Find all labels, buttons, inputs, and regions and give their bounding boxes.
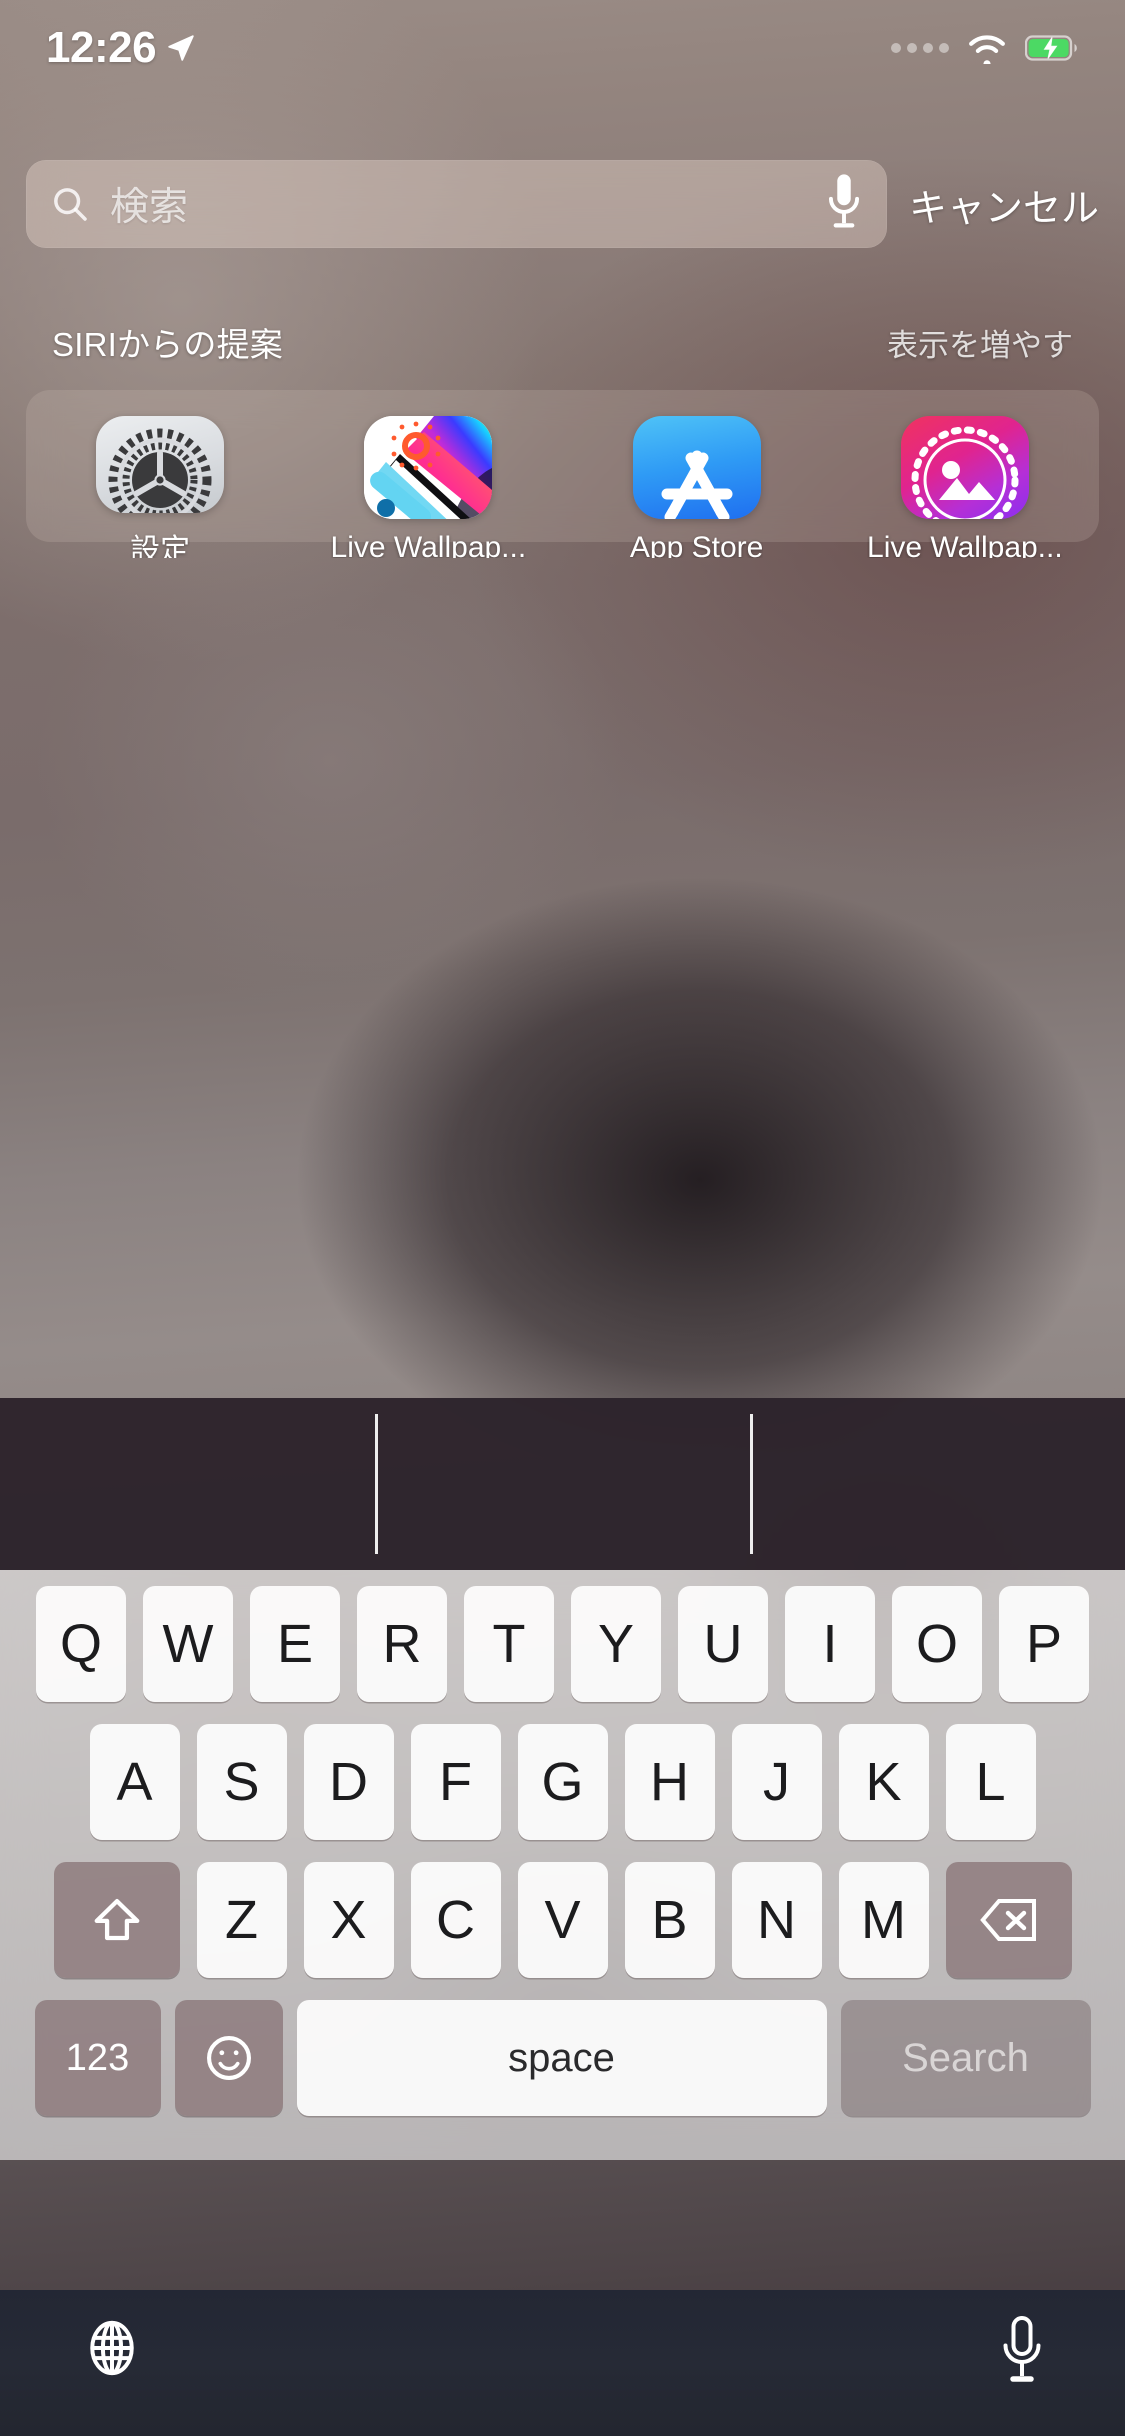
app-label: Live Wallpap... — [330, 530, 527, 558]
predictive-text-bar — [0, 1398, 1125, 1570]
show-more-button[interactable]: 表示を増やす — [887, 320, 1073, 365]
key-q[interactable]: Q — [36, 1586, 126, 1702]
key-a[interactable]: A — [89, 1724, 180, 1840]
battery-charging-icon — [1025, 35, 1077, 61]
app-suggestion-live-wallpaper-1[interactable]: Live Wallpap... — [294, 398, 562, 558]
status-bar-left: 12:26 — [46, 23, 196, 73]
live-wallpaper-photo-icon — [900, 416, 1029, 519]
location-arrow-icon — [168, 35, 194, 61]
predictive-suggestion-3[interactable] — [750, 1398, 1125, 1570]
key-k[interactable]: K — [838, 1724, 929, 1840]
keyboard-row-2: A S D F G H J K L — [0, 1724, 1125, 1840]
key-c[interactable]: C — [410, 1862, 501, 1978]
app-label: App Store — [629, 530, 764, 558]
key-b[interactable]: B — [624, 1862, 715, 1978]
numbers-key[interactable]: 123 — [34, 2000, 161, 2116]
key-o[interactable]: O — [892, 1586, 982, 1702]
key-p[interactable]: P — [999, 1586, 1089, 1702]
key-w[interactable]: W — [143, 1586, 233, 1702]
search-icon — [54, 188, 87, 221]
keyboard-row-3: Z X C V B N M — [0, 1862, 1125, 1978]
space-key[interactable]: space — [296, 2000, 827, 2116]
status-bar-clock: 12:26 — [46, 23, 157, 72]
signal-dots-icon — [891, 43, 949, 53]
key-e[interactable]: E — [250, 1586, 340, 1702]
predictive-divider — [750, 1414, 753, 1554]
microphone-icon[interactable] — [827, 174, 861, 235]
key-d[interactable]: D — [303, 1724, 394, 1840]
search-bar-row: 検索 キャンセル — [0, 160, 1125, 248]
key-z[interactable]: Z — [196, 1862, 287, 1978]
shift-key[interactable] — [53, 1862, 180, 1978]
backspace-delete-icon — [979, 1899, 1036, 1941]
key-i[interactable]: I — [785, 1586, 875, 1702]
search-key[interactable]: Search — [840, 2000, 1091, 2116]
key-v[interactable]: V — [517, 1862, 608, 1978]
shift-arrow-icon — [94, 1898, 139, 1941]
keyboard-row-4: 123 space Search — [0, 2000, 1125, 2116]
key-x[interactable]: X — [303, 1862, 394, 1978]
predictive-divider — [375, 1414, 378, 1554]
siri-section-title: SIRIからの提案 — [52, 326, 283, 363]
globe-language-icon — [90, 2320, 134, 2376]
on-screen-keyboard: Q W E R T Y U I O P A S D F G H J K L Z … — [0, 1570, 1125, 2160]
search-input-field[interactable]: 検索 — [26, 160, 887, 248]
emoji-smiley-icon — [206, 2036, 251, 2080]
iphone-spotlight-search-screen: 12:26 検索 キャンセル SIRIからの提案 表示を増やす 設定 Live … — [0, 0, 1125, 2436]
app-label: 設定 — [130, 533, 191, 558]
app-suggestion-settings[interactable]: 設定 — [26, 398, 294, 558]
key-h[interactable]: H — [624, 1724, 715, 1840]
key-m[interactable]: M — [838, 1862, 929, 1978]
app-store-icon — [632, 416, 761, 519]
app-suggestion-app-store[interactable]: App Store — [563, 398, 831, 558]
key-u[interactable]: U — [678, 1586, 768, 1702]
emoji-key[interactable] — [174, 2000, 283, 2116]
siri-suggestions-header: SIRIからの提案 表示を増やす — [0, 318, 1125, 366]
predictive-suggestion-1[interactable] — [0, 1398, 375, 1570]
dictation-button[interactable] — [999, 2316, 1045, 2391]
settings-gear-icon — [96, 416, 225, 513]
wifi-icon — [969, 35, 1005, 64]
keyboard-bottom-bar — [0, 2290, 1125, 2436]
key-y[interactable]: Y — [571, 1586, 661, 1702]
key-r[interactable]: R — [357, 1586, 447, 1702]
globe-language-button[interactable] — [80, 2316, 144, 2385]
predictive-suggestion-2[interactable] — [375, 1398, 750, 1570]
key-n[interactable]: N — [731, 1862, 822, 1978]
key-t[interactable]: T — [464, 1586, 554, 1702]
key-j[interactable]: J — [731, 1724, 822, 1840]
app-label: Live Wallpap... — [867, 530, 1063, 558]
keyboard-row-1: Q W E R T Y U I O P — [0, 1586, 1125, 1702]
delete-key[interactable] — [945, 1862, 1072, 1978]
status-bar: 12:26 — [0, 0, 1125, 96]
live-wallpaper-squeegee-icon — [364, 416, 493, 519]
status-bar-right — [891, 32, 1079, 64]
search-placeholder-text: 検索 — [110, 186, 189, 229]
siri-suggestions-app-row: 設定 Live Wallpap... App Store Live Wallpa… — [26, 398, 1099, 558]
key-g[interactable]: G — [517, 1724, 608, 1840]
key-l[interactable]: L — [945, 1724, 1036, 1840]
microphone-dictation-icon — [1003, 2316, 1041, 2382]
cancel-button[interactable]: キャンセル — [909, 177, 1099, 232]
app-suggestion-live-wallpaper-2[interactable]: Live Wallpap... — [831, 398, 1099, 558]
key-f[interactable]: F — [410, 1724, 501, 1840]
key-s[interactable]: S — [196, 1724, 287, 1840]
